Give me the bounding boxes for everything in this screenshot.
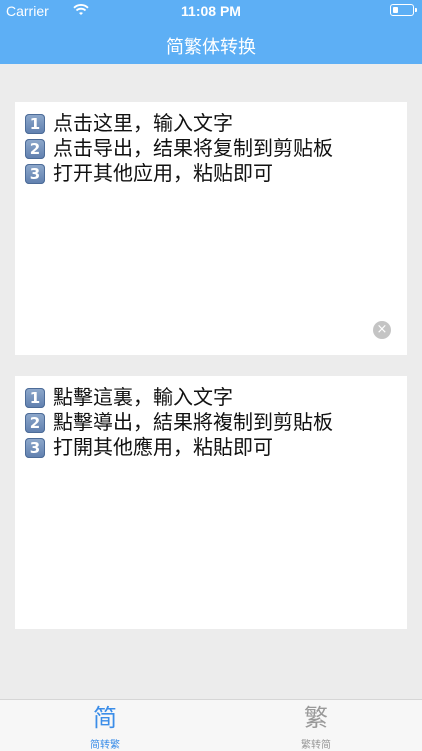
status-bar: Carrier 11:08 PM	[0, 0, 422, 22]
tab-label: 简转繁	[90, 740, 120, 751]
simplified-text-view[interactable]: 1 点击这里，输入文字 2 点击导出，结果将复制到剪贴板 3 打开其他应用，粘贴…	[15, 102, 407, 355]
instruction-line: 1 点击这里，输入文字	[25, 111, 333, 136]
simplified-char-icon: 简	[93, 704, 117, 732]
instruction-text: 點擊這裏，輸入文字	[53, 385, 233, 409]
keycap-number-icon: 3	[25, 163, 45, 184]
tab-simplified-to-traditional[interactable]: 简 简转繁	[55, 704, 155, 751]
tab-label: 繁转简	[301, 740, 331, 751]
traditional-char-icon: 繁	[304, 704, 328, 732]
page-title: 简繁体转换	[166, 37, 256, 58]
keycap-number-icon: 1	[25, 387, 45, 408]
traditional-text-content: 1 點擊這裏，輸入文字 2 點擊導出，結果將複制到剪貼板 3 打開其他應用，粘貼…	[25, 385, 333, 460]
tab-bar: 简 简转繁 繁 繁转简	[0, 699, 422, 751]
instruction-text: 打开其他应用，粘贴即可	[53, 161, 273, 185]
battery-icon	[390, 4, 417, 16]
instruction-text: 点击这里，输入文字	[53, 111, 233, 135]
simplified-text-content: 1 点击这里，输入文字 2 点击导出，结果将复制到剪贴板 3 打开其他应用，粘贴…	[25, 111, 333, 186]
tab-traditional-to-simplified[interactable]: 繁 繁转简	[266, 704, 366, 751]
traditional-text-view[interactable]: 1 點擊這裏，輸入文字 2 點擊導出，結果將複制到剪貼板 3 打開其他應用，粘貼…	[15, 376, 407, 629]
instruction-line: 3 打開其他應用，粘貼即可	[25, 435, 333, 460]
instruction-text: 打開其他應用，粘貼即可	[53, 435, 273, 459]
clear-icon[interactable]: ×	[373, 321, 391, 339]
instruction-line: 2 點擊導出，結果將複制到剪貼板	[25, 410, 333, 435]
instruction-text: 点击导出，结果将复制到剪贴板	[53, 136, 333, 160]
navigation-bar: Carrier 11:08 PM 简繁体转换	[0, 0, 422, 64]
keycap-number-icon: 3	[25, 437, 45, 458]
instruction-line: 1 點擊這裏，輸入文字	[25, 385, 333, 410]
instruction-line: 3 打开其他应用，粘贴即可	[25, 161, 333, 186]
instruction-line: 2 点击导出，结果将复制到剪贴板	[25, 136, 333, 161]
instruction-text: 點擊導出，結果將複制到剪貼板	[53, 410, 333, 434]
keycap-number-icon: 2	[25, 138, 45, 159]
keycap-number-icon: 2	[25, 412, 45, 433]
battery-level	[393, 7, 398, 13]
keycap-number-icon: 1	[25, 113, 45, 134]
status-time: 11:08 PM	[181, 3, 241, 19]
